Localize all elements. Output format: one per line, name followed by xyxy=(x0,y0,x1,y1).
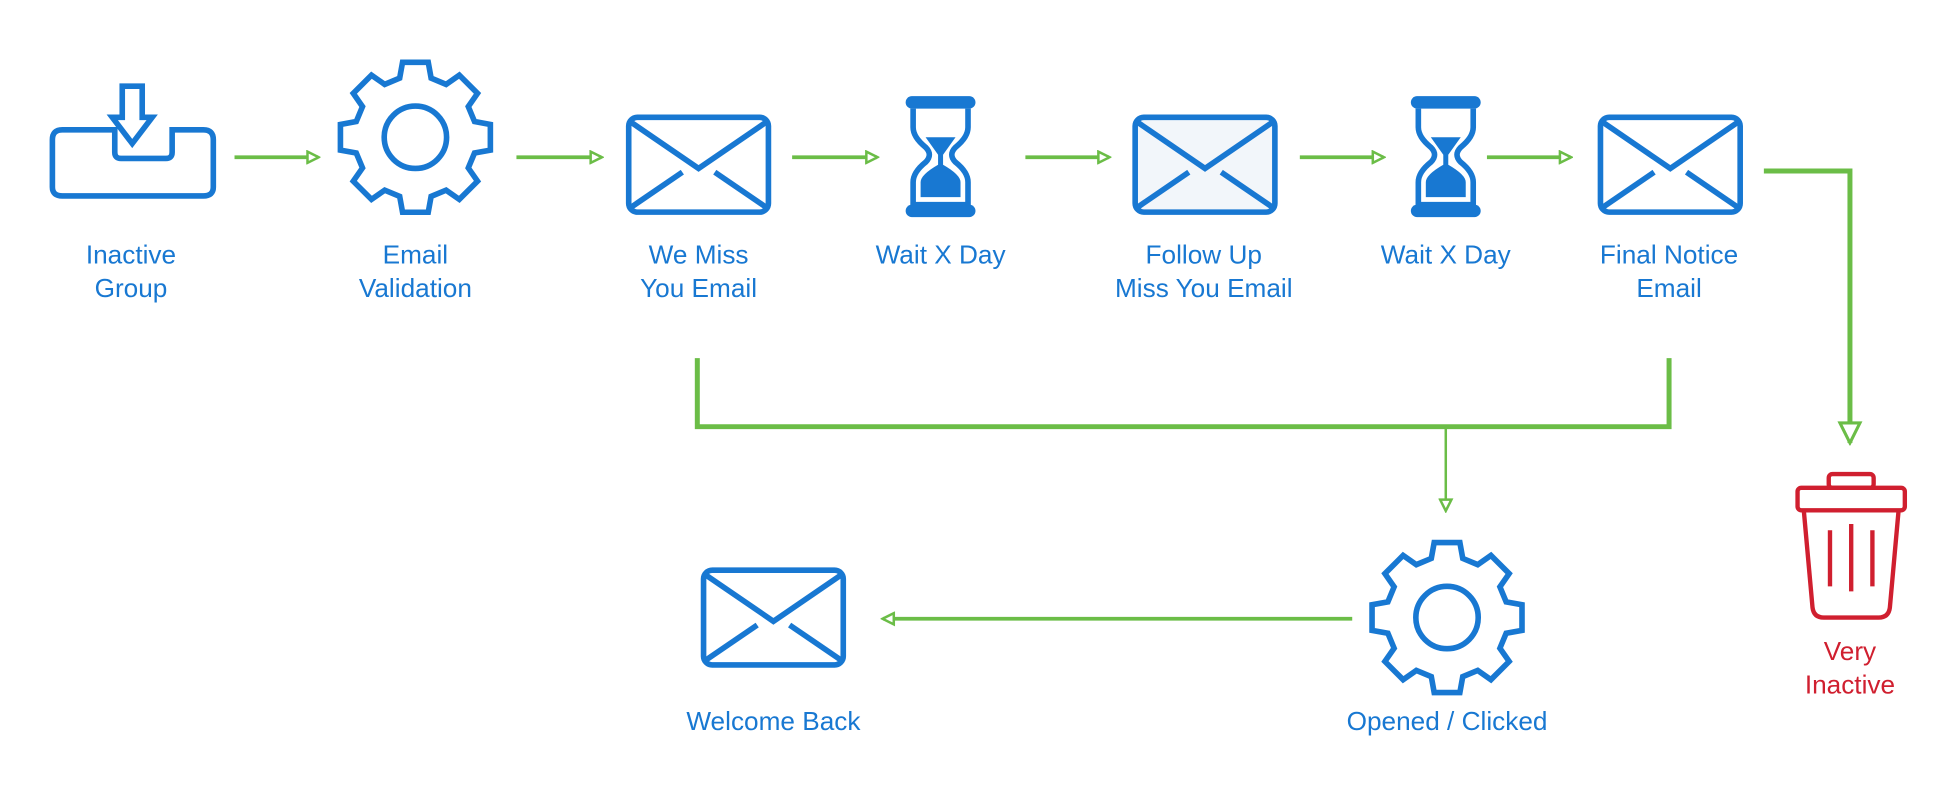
gear-icon xyxy=(337,59,494,216)
node-inactive-group: Inactive Group xyxy=(49,83,217,303)
gear-icon xyxy=(1369,539,1525,696)
node-label: Wait X Day xyxy=(876,239,1007,269)
node-opened-clicked: Opened / Clicked xyxy=(1347,539,1548,736)
node-label: Final Notice xyxy=(1600,239,1738,269)
node-very-inactive: Very Inactive xyxy=(1795,471,1908,700)
node-email-validation: Email Validation xyxy=(337,59,494,303)
envelope-icon xyxy=(1132,114,1278,215)
envelope-icon xyxy=(700,567,847,668)
node-wait-1: Wait X Day xyxy=(876,96,1007,269)
node-we-miss-you-email: We Miss You Email xyxy=(625,114,772,303)
node-welcome-back: Welcome Back xyxy=(686,567,861,736)
envelope-icon xyxy=(625,114,772,215)
inbox-download-icon xyxy=(49,83,217,199)
trash-icon xyxy=(1795,471,1908,620)
hourglass-icon xyxy=(1410,96,1481,218)
node-label: Follow Up xyxy=(1146,239,1262,269)
node-label: Validation xyxy=(359,273,472,303)
node-wait-2: Wait X Day xyxy=(1381,96,1512,269)
hourglass-icon xyxy=(905,96,976,218)
node-label: Inactive xyxy=(1805,670,1895,700)
connectors xyxy=(234,157,1850,619)
envelope-icon xyxy=(1597,114,1743,215)
node-label: Email xyxy=(1636,273,1701,303)
node-final-notice-email: Final Notice Email xyxy=(1597,114,1743,303)
node-label: Inactive xyxy=(86,239,176,269)
node-label: Miss You Email xyxy=(1115,273,1293,303)
node-label: You Email xyxy=(640,273,757,303)
node-label: Wait X Day xyxy=(1381,239,1512,269)
node-label: Very xyxy=(1824,636,1877,666)
node-label: Email xyxy=(383,239,448,269)
node-label: Welcome Back xyxy=(686,706,861,736)
node-follow-up-email: Follow Up Miss You Email xyxy=(1115,114,1293,303)
bracket-opened-paths xyxy=(694,358,1672,430)
node-label: Opened / Clicked xyxy=(1347,706,1548,736)
arrow-final-to-trash xyxy=(1763,168,1850,443)
node-label: Group xyxy=(95,273,168,303)
workflow-diagram: Inactive Group Email Validation We Miss … xyxy=(49,59,1908,736)
node-label: We Miss xyxy=(649,239,749,269)
